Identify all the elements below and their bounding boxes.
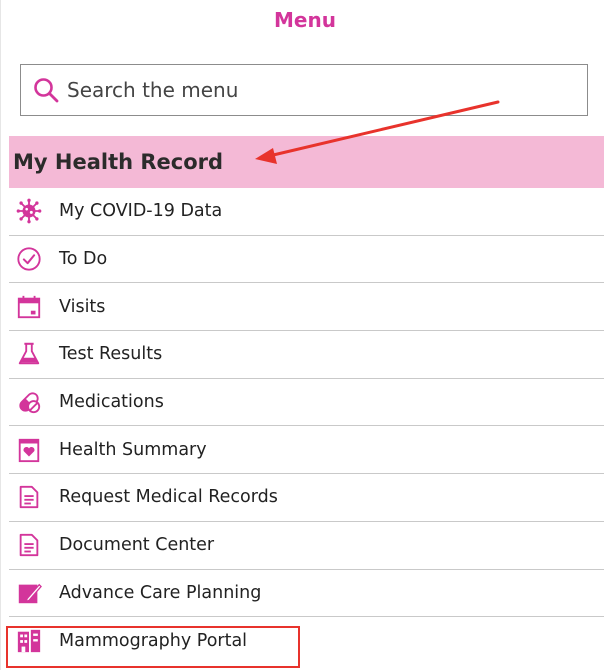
menu-item-label: Health Summary [59, 439, 207, 460]
menu-item-label: Mammography Portal [59, 631, 248, 652]
menu-item-test-results[interactable]: Test Results [9, 331, 604, 379]
menu-item-request-medical-records[interactable]: Request Medical Records [9, 474, 604, 522]
menu-item-label: My COVID-19 Data [59, 201, 223, 222]
menu-item-label: Visits [59, 296, 106, 317]
menu-title: Menu [274, 8, 336, 32]
menu-item-label: Test Results [59, 344, 163, 365]
check-clock-icon [15, 245, 43, 273]
section-header-my-health-record[interactable]: My Health Record [9, 136, 604, 188]
virus-icon [15, 197, 43, 225]
document-icon [15, 531, 43, 559]
menu-item-label: Medications [59, 392, 164, 413]
menu-item-advance-care-planning[interactable]: Advance Care Planning [9, 570, 604, 618]
menu-item-to-do[interactable]: To Do [9, 236, 604, 284]
search-box[interactable] [20, 64, 588, 116]
notebook-pen-icon [15, 579, 43, 607]
search-input[interactable] [67, 78, 547, 102]
menu-item-health-summary[interactable]: Health Summary [9, 426, 604, 475]
search-icon [33, 77, 59, 103]
menu-item-medications[interactable]: Medications [9, 379, 604, 427]
menu-item-visits[interactable]: Visits [9, 283, 604, 332]
menu-item-label: Document Center [59, 535, 215, 556]
heart-clipboard-icon [15, 436, 43, 464]
menu-list: My COVID-19 Data To Do Visits Test Resul… [9, 188, 604, 665]
menu-item-my-covid-19-data[interactable]: My COVID-19 Data [9, 188, 604, 236]
hospital-building-icon [15, 627, 43, 655]
menu-item-label: To Do [59, 249, 108, 270]
pill-icon [15, 388, 43, 416]
document-icon [15, 483, 43, 511]
menu-panel: Menu My Health Record [0, 0, 604, 670]
menu-item-label: Request Medical Records [59, 487, 278, 508]
menu-item-label: Advance Care Planning [59, 582, 262, 603]
calendar-icon [15, 293, 43, 321]
flask-icon [15, 340, 43, 368]
menu-item-document-center[interactable]: Document Center [9, 522, 604, 570]
menu-item-mammography-portal[interactable]: Mammography Portal [9, 617, 604, 665]
